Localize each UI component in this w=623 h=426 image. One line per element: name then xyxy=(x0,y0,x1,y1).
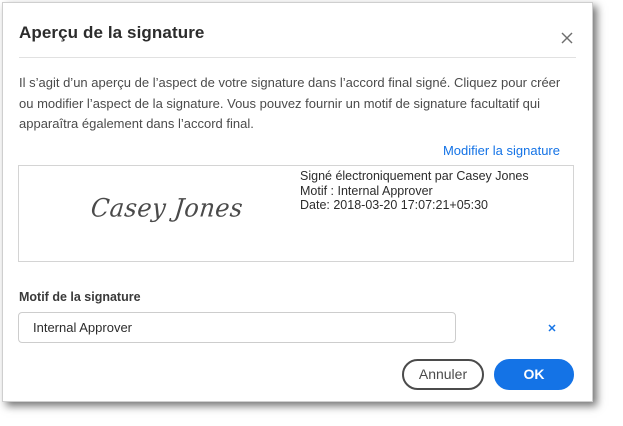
dialog-title: Aperçu de la signature xyxy=(19,23,205,42)
screen: Aperçu de la signature Il s’agit d’un ap… xyxy=(0,0,623,426)
modify-signature-link[interactable]: Modifier la signature xyxy=(443,143,560,158)
reason-input[interactable] xyxy=(18,312,456,343)
dialog-description: Il s’agit d’un aperçu de l’aspect de vot… xyxy=(19,75,561,131)
date-line: Date: 2018-03-20 17:07:21+05:30 xyxy=(300,198,489,212)
ok-button[interactable]: OK xyxy=(494,359,574,390)
signature-preview-box: Casey Jones Signé électroniquement par C… xyxy=(18,165,574,262)
clear-icon-glyph xyxy=(548,324,556,332)
cancel-button[interactable]: Annuler xyxy=(402,359,484,390)
close-icon[interactable] xyxy=(560,31,574,45)
clear-icon[interactable] xyxy=(546,321,558,333)
signature-script: Casey Jones xyxy=(89,193,245,223)
reason-line: Motif : Internal Approver xyxy=(300,183,433,198)
reason-field-label: Motif de la signature xyxy=(19,290,141,304)
signature-preview-dialog: Aperçu de la signature Il s’agit d’un ap… xyxy=(2,2,593,402)
title-divider xyxy=(19,57,576,58)
signature-details: Signé électroniquement par Casey Jones M… xyxy=(300,169,529,213)
close-icon-glyph xyxy=(561,32,573,44)
signed-by-line: Signé électroniquement par Casey Jones xyxy=(300,169,529,183)
